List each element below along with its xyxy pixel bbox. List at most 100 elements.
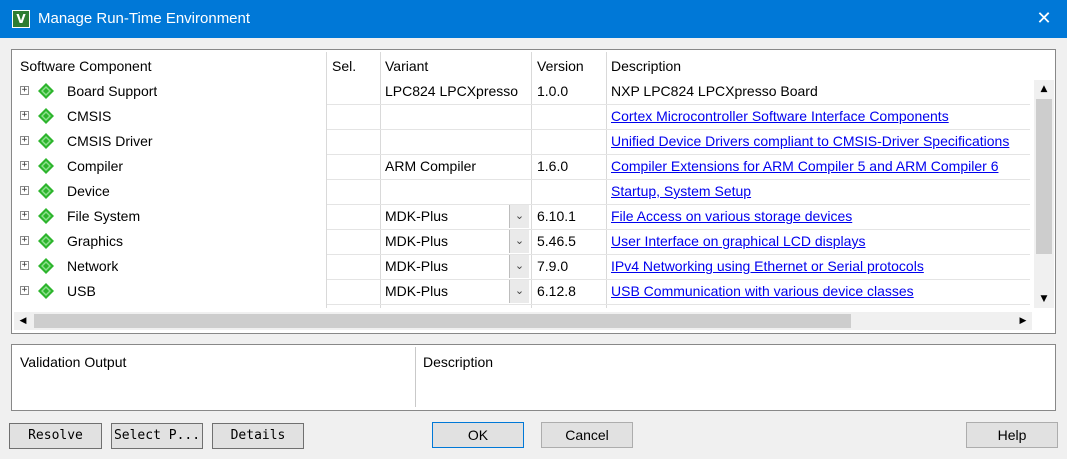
expand-plus-icon[interactable]: + bbox=[20, 86, 29, 95]
component-name: Device bbox=[67, 183, 110, 199]
table-row[interactable]: + USB MDK-Plus ⌄ 6.12.8 USB Communication wit… bbox=[12, 279, 1032, 304]
description-link[interactable]: Unified Device Drivers compliant to CMSI… bbox=[611, 129, 1031, 154]
component-name: USB bbox=[67, 283, 96, 299]
green-gem-icon bbox=[38, 208, 54, 224]
horizontal-scrollbar[interactable]: ◀ ▶ bbox=[14, 312, 1032, 330]
green-gem-icon bbox=[38, 183, 54, 199]
header-description[interactable]: Description bbox=[611, 54, 1031, 79]
table-row[interactable]: + Device Startup, System Setup bbox=[12, 179, 1032, 204]
component-name: Compiler bbox=[67, 158, 124, 174]
green-gem-icon bbox=[38, 233, 54, 249]
expand-plus-icon[interactable]: + bbox=[20, 186, 29, 195]
sel-cell[interactable] bbox=[332, 129, 377, 154]
green-gem-icon bbox=[38, 83, 54, 99]
close-button[interactable]: ✕ bbox=[1021, 0, 1067, 38]
expand-plus-icon[interactable]: + bbox=[20, 236, 29, 245]
version-cell: 6.12.8 bbox=[537, 283, 576, 299]
description-link[interactable]: Startup, System Setup bbox=[611, 179, 1031, 204]
component-name: Graphics bbox=[67, 233, 124, 249]
table-row[interactable]: + Board Support LPC824 LPCXpresso 1.0.0 NXP … bbox=[12, 79, 1032, 104]
green-gem-icon bbox=[38, 108, 54, 124]
sel-cell[interactable] bbox=[332, 229, 377, 254]
description-link[interactable]: User Interface on graphical LCD displays bbox=[611, 229, 1031, 254]
header-sel[interactable]: Sel. bbox=[332, 54, 377, 79]
chevron-down-icon[interactable]: ⌄ bbox=[509, 280, 529, 303]
grid-header: Software Component Sel. Variant Version … bbox=[12, 54, 1052, 79]
component-name: Network bbox=[67, 258, 119, 274]
description-link[interactable]: Cortex Microcontroller Software Interfac… bbox=[611, 104, 1031, 129]
green-gem-icon bbox=[38, 133, 54, 149]
scroll-left-arrow-icon[interactable]: ◀ bbox=[14, 312, 32, 330]
scroll-up-arrow-icon[interactable]: ▲ bbox=[1034, 80, 1054, 98]
green-gem-icon bbox=[38, 258, 54, 274]
version-cell bbox=[537, 179, 607, 204]
details-button[interactable]: Details bbox=[212, 423, 304, 449]
sel-cell[interactable] bbox=[332, 204, 377, 229]
component-name: CMSIS Driver bbox=[67, 133, 153, 149]
version-cell: 6.10.1 bbox=[537, 208, 576, 224]
description-link[interactable]: File Access on various storage devices bbox=[611, 204, 1031, 229]
table-row[interactable]: + File System MDK-Plus ⌄ 6.10.1 File Access o… bbox=[12, 204, 1032, 229]
keil-v-icon: V bbox=[12, 10, 30, 28]
row-divider bbox=[327, 304, 1030, 305]
help-button[interactable]: Help bbox=[966, 422, 1058, 448]
cancel-button[interactable]: Cancel bbox=[541, 422, 633, 448]
resolve-button[interactable]: Resolve bbox=[9, 423, 102, 449]
validation-divider bbox=[415, 347, 416, 407]
expand-plus-icon[interactable]: + bbox=[20, 111, 29, 120]
title-bar: V Manage Run-Time Environment ✕ bbox=[0, 0, 1067, 38]
table-row[interactable]: + Graphics MDK-Plus ⌄ 5.46.5 User Interface o… bbox=[12, 229, 1032, 254]
version-cell bbox=[537, 129, 607, 154]
chevron-down-icon[interactable]: ⌄ bbox=[509, 205, 529, 228]
version-cell: 5.46.5 bbox=[537, 233, 576, 249]
expand-plus-icon[interactable]: + bbox=[20, 161, 29, 170]
sel-cell[interactable] bbox=[332, 79, 377, 104]
description-cell: NXP LPC824 LPCXpresso Board bbox=[611, 83, 818, 99]
horizontal-scroll-thumb[interactable] bbox=[34, 314, 851, 328]
version-cell bbox=[537, 104, 607, 129]
variant-cell: ARM Compiler bbox=[385, 158, 477, 174]
component-name: CMSIS bbox=[67, 108, 112, 124]
version-cell: 1.6.0 bbox=[537, 158, 569, 174]
table-row[interactable]: + CMSIS Cortex Microcontroller Software In… bbox=[12, 104, 1032, 129]
variant-cell bbox=[385, 129, 530, 154]
component-name: Board Support bbox=[67, 83, 158, 99]
component-name: File System bbox=[67, 208, 141, 224]
description-link[interactable]: IPv4 Networking using Ethernet or Serial… bbox=[611, 254, 1031, 279]
variant-cell bbox=[385, 179, 530, 204]
component-grid: Software Component Sel. Variant Version … bbox=[11, 49, 1056, 334]
description-link[interactable]: Compiler Extensions for ARM Compiler 5 a… bbox=[611, 154, 1031, 179]
validation-output-header: Validation Output bbox=[20, 354, 127, 370]
table-row[interactable]: + CMSIS Driver Unified Device Drivers comp… bbox=[12, 129, 1032, 154]
validation-description-header: Description bbox=[423, 354, 494, 370]
vertical-scrollbar[interactable]: ▲ ▼ bbox=[1034, 80, 1054, 308]
scroll-right-arrow-icon[interactable]: ▶ bbox=[1014, 312, 1032, 330]
sel-cell[interactable] bbox=[332, 104, 377, 129]
green-gem-icon bbox=[38, 283, 54, 299]
vertical-scroll-thumb[interactable] bbox=[1036, 99, 1052, 254]
chevron-down-icon[interactable]: ⌄ bbox=[509, 230, 529, 253]
table-row[interactable]: + Network MDK-Plus ⌄ 7.9.0 IPv4 Networking us… bbox=[12, 254, 1032, 279]
description-link[interactable]: USB Communication with various device cl… bbox=[611, 279, 1031, 304]
header-version[interactable]: Version bbox=[537, 54, 607, 79]
expand-plus-icon[interactable]: + bbox=[20, 211, 29, 220]
expand-plus-icon[interactable]: + bbox=[20, 261, 29, 270]
sel-cell[interactable] bbox=[332, 179, 377, 204]
sel-cell[interactable] bbox=[332, 254, 377, 279]
variant-cell: LPC824 LPCXpresso bbox=[385, 83, 519, 99]
header-component[interactable]: Software Component bbox=[20, 54, 320, 79]
expand-plus-icon[interactable]: + bbox=[20, 286, 29, 295]
chevron-down-icon[interactable]: ⌄ bbox=[509, 255, 529, 278]
sel-cell[interactable] bbox=[332, 154, 377, 179]
scroll-down-arrow-icon[interactable]: ▼ bbox=[1034, 290, 1054, 308]
variant-cell bbox=[385, 104, 530, 129]
ok-button[interactable]: OK bbox=[432, 422, 524, 448]
header-variant[interactable]: Variant bbox=[385, 54, 530, 79]
table-row[interactable]: + Compiler ARM Compiler 1.6.0 Compiler Exten… bbox=[12, 154, 1032, 179]
sel-cell[interactable] bbox=[332, 279, 377, 304]
select-packs-button[interactable]: Select P... bbox=[111, 423, 203, 449]
version-cell: 7.9.0 bbox=[537, 258, 569, 274]
green-gem-icon bbox=[38, 158, 54, 174]
validation-panel: Validation Output Description bbox=[11, 344, 1056, 411]
expand-plus-icon[interactable]: + bbox=[20, 136, 29, 145]
